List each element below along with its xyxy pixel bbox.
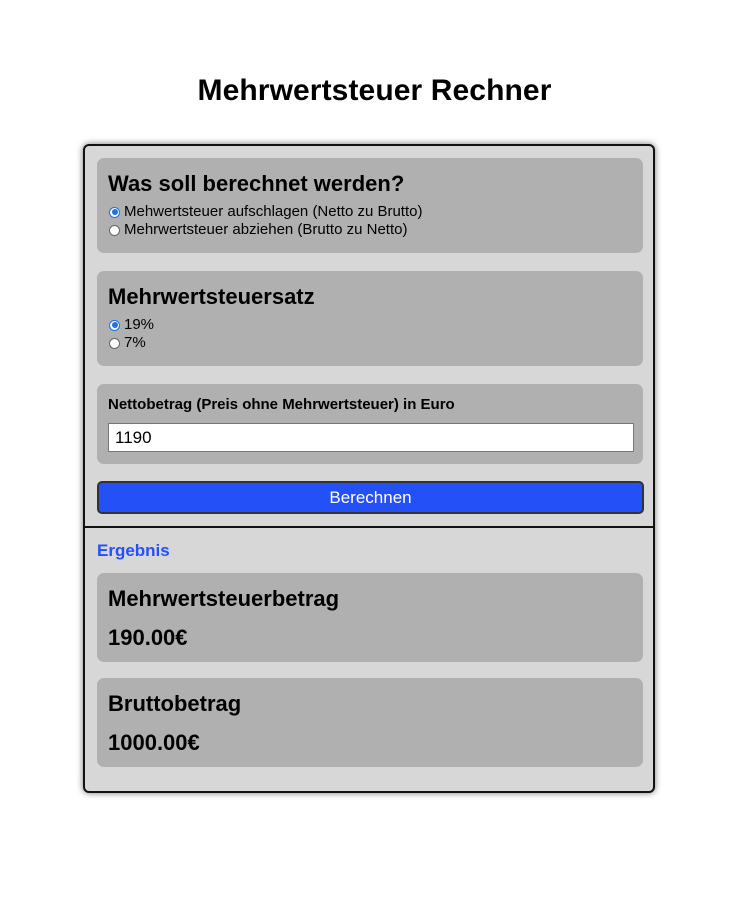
mode-option-remove-vat[interactable]: Mehrwertsteuer abziehen (Brutto zu Netto… bbox=[108, 221, 632, 239]
divider bbox=[85, 526, 653, 528]
vat-result-value: 190.00€ bbox=[108, 625, 188, 650]
calculator-card: Was soll berechnet werden? Mehwertsteuer… bbox=[83, 144, 655, 793]
amount-input[interactable] bbox=[108, 423, 634, 452]
rate-heading: Mehrwertsteuersatz bbox=[108, 284, 315, 309]
mode-heading: Was soll berechnet werden? bbox=[108, 171, 405, 196]
calculate-button[interactable]: Berechnen bbox=[97, 481, 644, 514]
gross-result-value: 1000.00€ bbox=[108, 730, 200, 755]
page-title: Mehrwertsteuer Rechner bbox=[197, 74, 552, 107]
radio-add-vat[interactable] bbox=[109, 206, 120, 218]
mode-option-add-vat[interactable]: Mehwertsteuer aufschlagen (Netto zu Brut… bbox=[108, 203, 632, 221]
gross-result-label: Bruttobetrag bbox=[108, 691, 242, 716]
rate-option-7-label: 7% bbox=[124, 334, 146, 351]
vat-result-panel: Mehrwertsteuerbetrag 190.00€ bbox=[97, 573, 643, 662]
rate-option-19[interactable]: 19% bbox=[108, 316, 632, 334]
rate-option-7[interactable]: 7% bbox=[108, 334, 632, 352]
page: Mehrwertsteuer Rechner Was soll berechne… bbox=[0, 0, 749, 922]
radio-rate-19[interactable] bbox=[109, 319, 120, 331]
vat-result-label: Mehrwertsteuerbetrag bbox=[108, 586, 340, 611]
amount-label: Nettobetrag (Preis ohne Mehrwertsteuer) … bbox=[108, 396, 455, 413]
rate-option-19-label: 19% bbox=[124, 316, 155, 333]
rate-panel: Mehrwertsteuersatz 19% 7% bbox=[97, 271, 643, 366]
radio-rate-7[interactable] bbox=[109, 337, 120, 349]
mode-panel: Was soll berechnet werden? Mehwertsteuer… bbox=[97, 158, 643, 253]
mode-option-remove-vat-label: Mehrwertsteuer abziehen (Brutto zu Netto… bbox=[124, 221, 408, 238]
gross-result-panel: Bruttobetrag 1000.00€ bbox=[97, 678, 643, 767]
radio-remove-vat[interactable] bbox=[109, 224, 120, 236]
amount-panel: Nettobetrag (Preis ohne Mehrwertsteuer) … bbox=[97, 384, 643, 464]
result-heading: Ergebnis bbox=[97, 541, 170, 560]
mode-option-add-vat-label: Mehwertsteuer aufschlagen (Netto zu Brut… bbox=[124, 203, 423, 220]
